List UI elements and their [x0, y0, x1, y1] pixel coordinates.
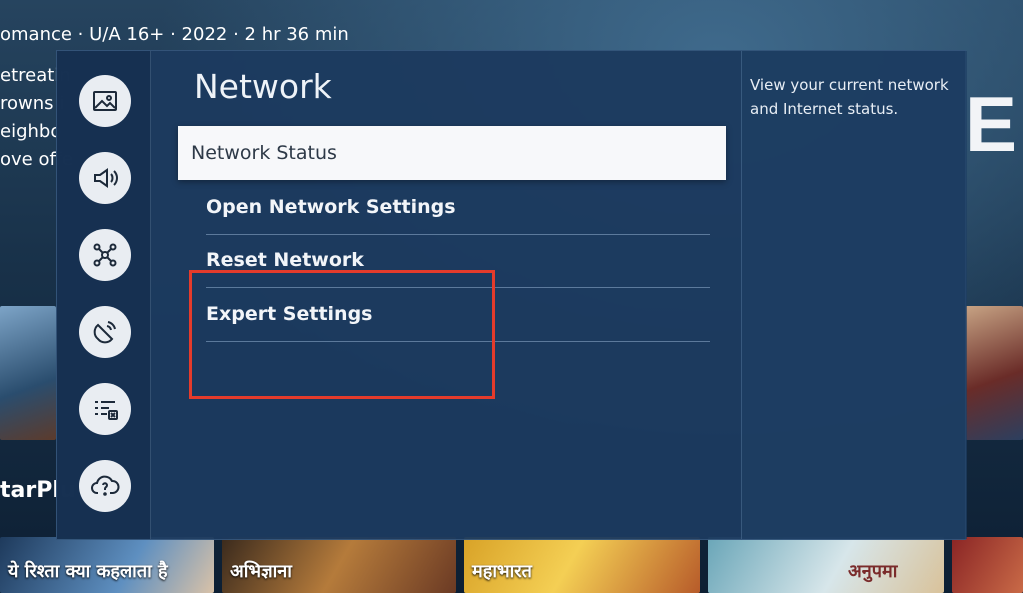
thumbnail-title: अनुपमा	[848, 561, 898, 582]
content-thumbnail[interactable]: अनुपमा	[708, 537, 944, 593]
sound-icon[interactable]	[79, 152, 131, 204]
general-icon[interactable]	[79, 383, 131, 435]
settings-category-bar	[57, 51, 151, 539]
broadcasting-icon[interactable]	[79, 306, 131, 358]
thumbnail-title: महाभारत	[472, 561, 532, 582]
page-title: Network	[194, 67, 332, 106]
content-thumbnail[interactable]: अभिज्ञाना	[222, 537, 456, 593]
content-thumbnail[interactable]: महाभारत	[464, 537, 700, 593]
show-meta-line: omance · U/A 16+ · 2022 · 2 hr 36 min	[0, 24, 349, 45]
content-thumbnail[interactable]	[965, 306, 1023, 440]
open-network-settings-item[interactable]: Open Network Settings	[206, 181, 710, 233]
help-text: View your current network and Internet s…	[750, 76, 949, 118]
thumbnail-title: अभिज्ञाना	[230, 561, 292, 582]
network-icon[interactable]	[79, 229, 131, 281]
picture-icon[interactable]	[79, 75, 131, 127]
content-thumbnail[interactable]	[952, 537, 1023, 593]
content-thumbnail[interactable]: ये रिश्ता क्या कहलाता है	[0, 537, 214, 593]
network-status-item[interactable]: Network Status	[178, 126, 726, 180]
content-thumbnail[interactable]	[0, 306, 56, 440]
help-pane: View your current network and Internet s…	[741, 51, 967, 539]
annotation-highlight-box	[189, 270, 495, 399]
show-logo: E	[965, 92, 1018, 156]
thumbnail-title: ये रिश्ता क्या कहलाता है	[8, 561, 168, 582]
support-icon[interactable]	[79, 460, 131, 512]
